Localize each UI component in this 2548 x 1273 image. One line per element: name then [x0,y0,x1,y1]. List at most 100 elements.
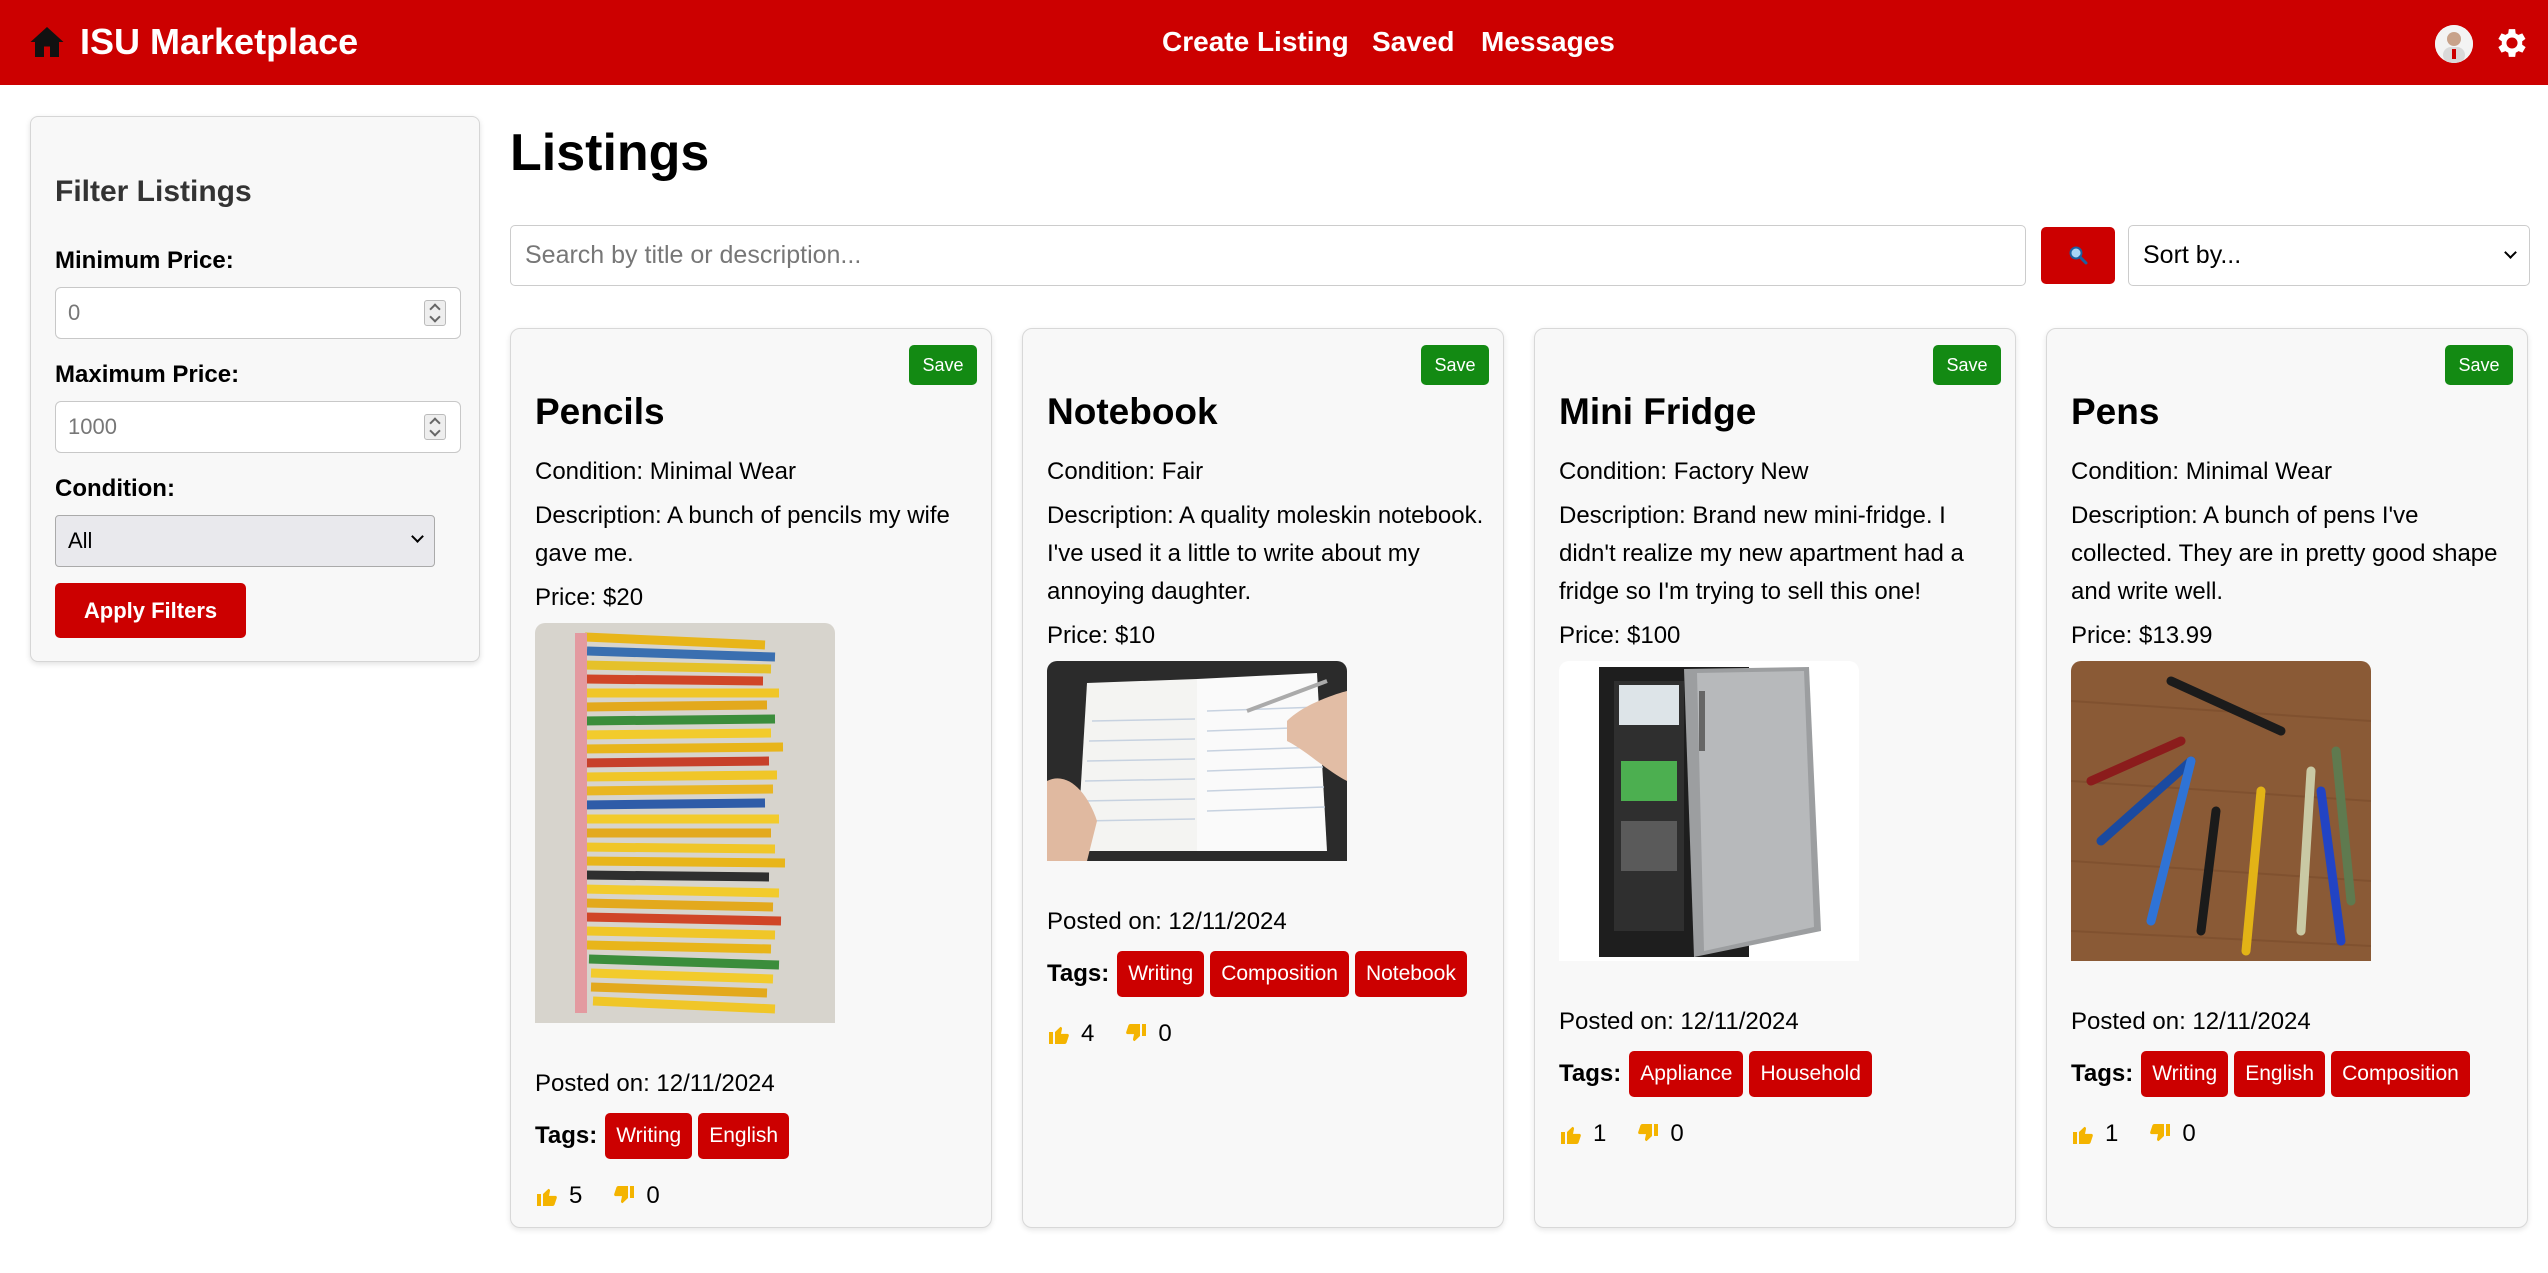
save-button[interactable]: Save [2445,345,2513,385]
listing-image[interactable] [535,623,835,1035]
search-button[interactable] [2041,227,2115,284]
tag[interactable]: Writing [605,1113,693,1159]
nav-create-listing[interactable]: Create Listing [1162,24,1349,60]
like-count: 5 [569,1182,583,1209]
thumbs-down-icon [1126,1024,1147,1042]
min-price-stepper[interactable] [424,300,446,326]
listing-title: Pens [2071,391,2160,432]
listing-posted-date: Posted on: 12/11/2024 [1559,1008,1799,1035]
vote-row: 4 0 [1047,1015,1487,1053]
listing-title: Pencils [535,391,665,432]
listing-price: Price: $13.99 [2071,622,2213,649]
apply-filters-button[interactable]: Apply Filters [55,583,246,638]
listing-description: Description: Brand new mini-fridge. I di… [1559,502,1964,605]
thumbs-up-icon [537,1188,557,1206]
listing-posted-date: Posted on: 12/11/2024 [1047,908,1287,935]
sort-selected-value: Sort by... [2143,241,2242,269]
tags-row: Tags: Writing Composition Notebook [1047,951,1487,997]
max-price-stepper[interactable] [424,414,446,440]
listing-card[interactable]: Save Notebook Condition: Fair Descriptio… [1022,328,1504,1228]
thumbs-up-icon [1561,1126,1581,1144]
dislike-button[interactable]: 0 [2148,1115,2196,1153]
listing-description: Description: A bunch of pens I've collec… [2071,502,2498,605]
tags-label: Tags: [1559,1060,1622,1087]
tag[interactable]: English [2234,1051,2326,1097]
like-count: 4 [1081,1020,1095,1047]
like-button[interactable]: 5 [535,1177,582,1215]
like-button[interactable]: 4 [1047,1015,1094,1053]
like-button[interactable]: 1 [2071,1115,2118,1153]
listing-image[interactable] [2071,661,2371,973]
listing-card[interactable]: Save Pens Condition: Minimal Wear Descri… [2046,328,2528,1228]
save-button[interactable]: Save [1933,345,2001,385]
thumbs-down-icon [614,1186,635,1204]
listing-card[interactable]: Save Pencils Condition: Minimal Wear Des… [510,328,992,1228]
tag[interactable]: Composition [2331,1051,2470,1097]
tag[interactable]: Writing [2141,1051,2229,1097]
listing-condition: Condition: Minimal Wear [2071,458,2332,485]
listing-price: Price: $20 [535,584,644,611]
tag[interactable]: Notebook [1354,951,1467,997]
brand-title[interactable]: ISU Marketplace [80,20,358,64]
listing-price: Price: $10 [1047,622,1156,649]
tags-row: Tags: Appliance Household [1559,1051,1999,1097]
max-price-input[interactable]: 1000 [55,401,461,453]
listing-description: Description: A quality moleskin notebook… [1047,502,1484,605]
tags-row: Tags: Writing English [535,1113,975,1159]
max-price-placeholder: 1000 [68,414,117,439]
dislike-count: 0 [646,1182,660,1209]
save-button[interactable]: Save [909,345,977,385]
sort-select[interactable]: Sort by... [2128,225,2530,286]
search-input[interactable]: Search by title or description... [510,225,2026,286]
listing-condition: Condition: Minimal Wear [535,458,796,485]
thumbs-down-icon [1638,1124,1659,1142]
tag[interactable]: Composition [1210,951,1349,997]
thumbs-up-icon [2073,1126,2093,1144]
listing-image[interactable] [1047,661,1347,873]
like-count: 1 [2105,1120,2119,1147]
vote-row: 5 0 [535,1177,975,1215]
avatar[interactable] [2435,25,2473,63]
dislike-button[interactable]: 0 [612,1177,660,1215]
like-count: 1 [1593,1120,1607,1147]
condition-label: Condition: [55,475,175,502]
condition-select[interactable]: All [55,515,435,567]
listing-image[interactable] [1559,661,1859,973]
tag[interactable]: English [698,1113,790,1159]
min-price-input[interactable]: 0 [55,287,461,339]
dislike-count: 0 [2182,1120,2196,1147]
listing-card[interactable]: Save Mini Fridge Condition: Factory New … [1534,328,2016,1228]
listing-posted-date: Posted on: 12/11/2024 [2071,1008,2311,1035]
page-title: Listings [510,124,710,182]
save-button[interactable]: Save [1421,345,1489,385]
thumbs-down-icon [2150,1124,2171,1142]
listing-title: Mini Fridge [1559,391,1757,432]
min-price-placeholder: 0 [68,300,81,325]
thumbs-up-icon [1049,1026,1069,1044]
max-price-label: Maximum Price: [55,361,240,388]
listing-price: Price: $100 [1559,622,1681,649]
tag[interactable]: Appliance [1629,1051,1744,1097]
dislike-button[interactable]: 0 [1124,1015,1172,1053]
filter-title: Filter Listings [55,175,252,208]
vote-row: 1 0 [1559,1115,1999,1153]
chevron-down-icon [2504,246,2517,259]
tag[interactable]: Writing [1117,951,1205,997]
min-price-label: Minimum Price: [55,247,234,274]
dislike-count: 0 [1158,1020,1172,1047]
nav-messages[interactable]: Messages [1481,24,1615,60]
top-navbar: ISU Marketplace Create Listing Saved Mes… [0,0,2548,85]
tags-label: Tags: [2071,1060,2134,1087]
like-button[interactable]: 1 [1559,1115,1606,1153]
vote-row: 1 0 [2071,1115,2511,1153]
filter-panel: Filter Listings Minimum Price: 0 Maximum… [30,116,480,662]
dislike-button[interactable]: 0 [1636,1115,1684,1153]
tag[interactable]: Household [1749,1051,1872,1097]
nav-saved[interactable]: Saved [1372,24,1455,60]
dislike-count: 0 [1670,1120,1684,1147]
listing-title: Notebook [1047,391,1218,432]
search-icon [2069,246,2088,265]
home-icon[interactable] [28,24,66,60]
gear-icon[interactable] [2493,24,2531,62]
listing-description: Description: A bunch of pencils my wife … [535,502,950,567]
